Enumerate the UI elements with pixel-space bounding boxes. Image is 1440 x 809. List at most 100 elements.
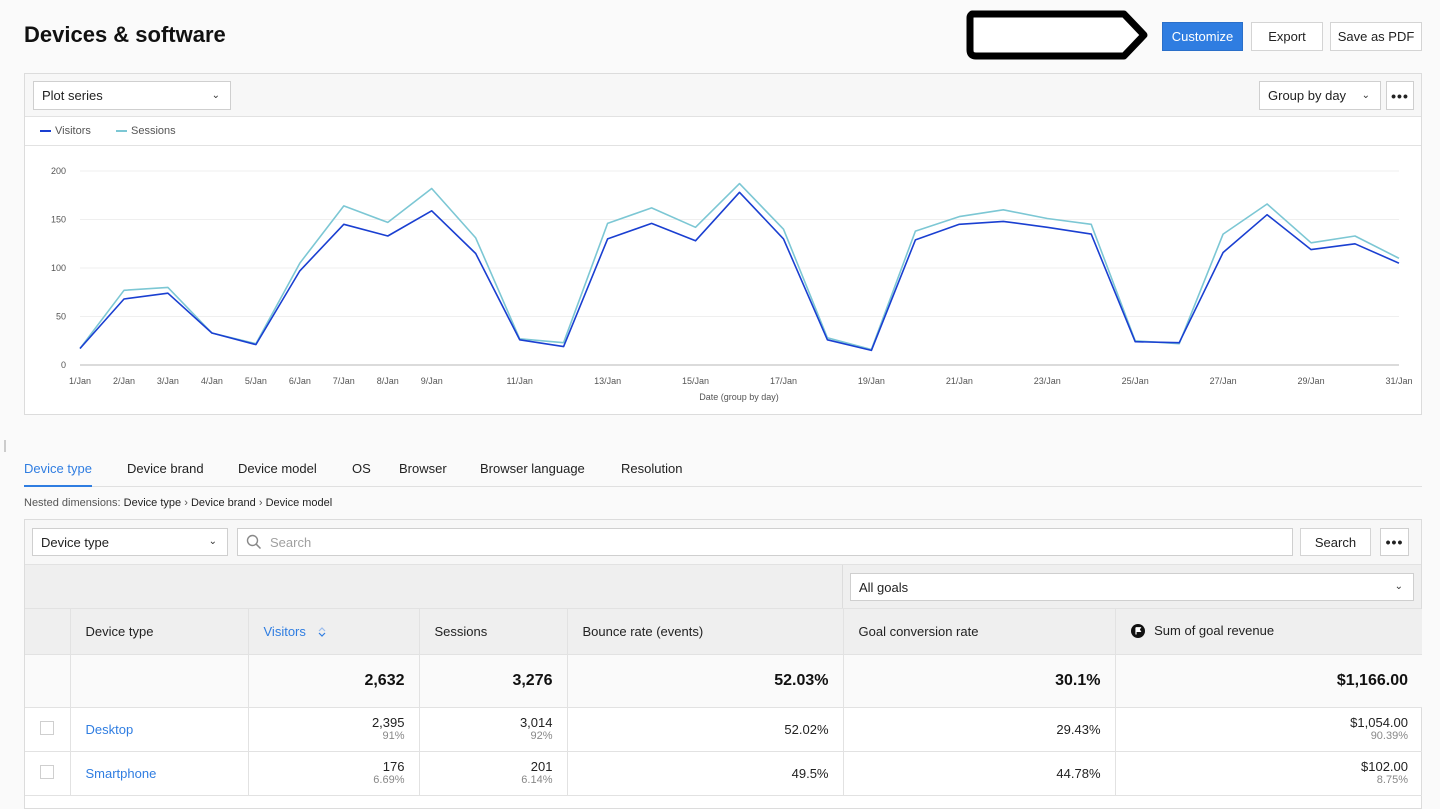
total-conversion-rate: 30.1% bbox=[843, 654, 1115, 707]
column-header-visitors[interactable]: Visitors bbox=[248, 609, 419, 654]
x-tick-label: 6/Jan bbox=[289, 376, 311, 386]
nested-dimensions: Nested dimensions: Device type › Device … bbox=[24, 497, 332, 509]
nested-prefix: Nested dimensions: bbox=[24, 497, 121, 509]
x-tick-label: 8/Jan bbox=[377, 376, 399, 386]
sessions-value: 3,014 bbox=[421, 716, 553, 730]
y-tick-label: 0 bbox=[61, 360, 66, 370]
column-header-goal-revenue[interactable]: Sum of goal revenue bbox=[1115, 609, 1422, 654]
sessions-value: 201 bbox=[421, 760, 553, 774]
more-horizontal-icon: ••• bbox=[1386, 534, 1404, 550]
sessions-cell: 3,01492% bbox=[419, 707, 567, 751]
export-button[interactable]: Export bbox=[1251, 22, 1323, 51]
device-name-cell: Smartphone bbox=[70, 751, 248, 795]
customize-button[interactable]: Customize bbox=[1162, 22, 1243, 51]
column-label: Bounce rate (events) bbox=[583, 624, 704, 639]
chart-toolbar: Plot series ⌄ Group by day ⌄ ••• bbox=[25, 74, 1421, 117]
search-field[interactable] bbox=[237, 528, 1293, 556]
table-row: Desktop 2,39591% 3,01492% 52.02% 29.43% … bbox=[25, 707, 1422, 751]
sessions-percent: 6.14% bbox=[421, 774, 553, 786]
y-tick-label: 150 bbox=[51, 215, 66, 225]
tab-os[interactable]: OS bbox=[352, 461, 371, 485]
bounce-rate-cell: 49.5% bbox=[567, 751, 843, 795]
plot-series-label: Plot series bbox=[42, 88, 103, 103]
dimension-tabs: Device type Device brand Device model OS… bbox=[24, 456, 1422, 487]
x-axis-ticks: 1/Jan2/Jan3/Jan4/Jan5/Jan6/Jan7/Jan8/Jan… bbox=[69, 376, 1413, 386]
legend-swatch-visitors bbox=[40, 130, 51, 132]
totals-row: 2,632 3,276 52.03% 30.1% $1,166.00 bbox=[25, 654, 1422, 707]
empty-cell bbox=[70, 654, 248, 707]
sessions-cell: 2016.14% bbox=[419, 751, 567, 795]
revenue-percent: 8.75% bbox=[1117, 774, 1409, 786]
chart-legend: Visitors Sessions bbox=[25, 117, 1421, 146]
row-checkbox[interactable] bbox=[40, 721, 54, 735]
x-tick-label: 4/Jan bbox=[201, 376, 223, 386]
x-tick-label: 25/Jan bbox=[1122, 376, 1149, 386]
series-line-sessions bbox=[80, 184, 1399, 350]
row-checkbox[interactable] bbox=[40, 765, 54, 779]
x-tick-label: 5/Jan bbox=[245, 376, 267, 386]
column-label: Visitors bbox=[264, 624, 306, 639]
legend-label: Visitors bbox=[55, 125, 91, 137]
search-button[interactable]: Search bbox=[1300, 528, 1371, 556]
x-tick-label: 15/Jan bbox=[682, 376, 709, 386]
x-tick-label: 2/Jan bbox=[113, 376, 135, 386]
chevron-down-icon: ⌄ bbox=[1395, 581, 1403, 592]
tab-device-brand[interactable]: Device brand bbox=[127, 461, 204, 485]
search-input[interactable] bbox=[268, 534, 1292, 551]
goals-select[interactable]: All goals ⌄ bbox=[850, 573, 1414, 601]
tab-resolution[interactable]: Resolution bbox=[621, 461, 682, 485]
table-panel: Device type ⌄ Search ••• All goals ⌄ bbox=[24, 519, 1422, 809]
column-label: Goal conversion rate bbox=[859, 624, 979, 639]
visitors-value: 176 bbox=[250, 760, 405, 774]
legend-item-sessions[interactable]: Sessions bbox=[116, 125, 176, 137]
x-tick-label: 27/Jan bbox=[1210, 376, 1237, 386]
table-more-button[interactable]: ••• bbox=[1380, 528, 1409, 556]
device-name-cell: Desktop bbox=[70, 707, 248, 751]
total-goal-revenue: $1,166.00 bbox=[1115, 654, 1422, 707]
tab-browser-language[interactable]: Browser language bbox=[480, 461, 585, 485]
x-tick-label: 13/Jan bbox=[594, 376, 621, 386]
device-link[interactable]: Desktop bbox=[86, 722, 134, 737]
revenue-value: $1,054.00 bbox=[1117, 716, 1409, 730]
revenue-cell: $102.008.75% bbox=[1115, 751, 1422, 795]
sessions-percent: 92% bbox=[421, 730, 553, 742]
tab-device-model[interactable]: Device model bbox=[238, 461, 317, 485]
device-link[interactable]: Smartphone bbox=[86, 766, 157, 781]
x-tick-label: 31/Jan bbox=[1385, 376, 1412, 386]
sort-icon bbox=[318, 627, 326, 637]
plot-series-select[interactable]: Plot series ⌄ bbox=[33, 81, 231, 110]
total-bounce-rate: 52.03% bbox=[567, 654, 843, 707]
x-tick-label: 11/Jan bbox=[506, 376, 532, 386]
annotation-arrow-shape bbox=[966, 8, 1150, 62]
legend-item-visitors[interactable]: Visitors bbox=[40, 125, 91, 137]
x-axis-label: Date (group by day) bbox=[699, 392, 779, 402]
dimension-select[interactable]: Device type ⌄ bbox=[32, 528, 228, 556]
column-header-sessions[interactable]: Sessions bbox=[419, 609, 567, 654]
chart-grid bbox=[80, 171, 1399, 365]
save-as-pdf-button[interactable]: Save as PDF bbox=[1330, 22, 1422, 51]
chevron-down-icon: ⌄ bbox=[209, 536, 217, 547]
chevron-right-icon: › bbox=[184, 497, 188, 509]
conversion-rate-cell: 29.43% bbox=[843, 707, 1115, 751]
x-tick-label: 17/Jan bbox=[770, 376, 797, 386]
column-header-device-type[interactable]: Device type bbox=[70, 609, 248, 654]
visitors-cell: 2,39591% bbox=[248, 707, 419, 751]
group-by-select[interactable]: Group by day ⌄ bbox=[1259, 81, 1381, 110]
more-horizontal-icon: ••• bbox=[1391, 88, 1409, 104]
tab-browser[interactable]: Browser bbox=[399, 461, 447, 485]
column-label: Device type bbox=[86, 624, 154, 639]
nested-dim-1: Device type bbox=[124, 497, 181, 509]
data-table: Device type Visitors Sessions Bounce rat… bbox=[25, 609, 1422, 796]
chart-more-button[interactable]: ••• bbox=[1386, 81, 1414, 110]
tab-device-type[interactable]: Device type bbox=[24, 461, 92, 487]
table-toolbar: Device type ⌄ Search ••• bbox=[25, 520, 1421, 565]
goal-flag-icon bbox=[1131, 624, 1145, 638]
column-label: Sessions bbox=[435, 624, 488, 639]
total-sessions: 3,276 bbox=[419, 654, 567, 707]
row-select-cell bbox=[25, 707, 70, 751]
bounce-rate-cell: 52.02% bbox=[567, 707, 843, 751]
column-header-bounce-rate[interactable]: Bounce rate (events) bbox=[567, 609, 843, 654]
y-axis-ticks: 050100150200 bbox=[51, 166, 66, 370]
column-header-goal-conversion[interactable]: Goal conversion rate bbox=[843, 609, 1115, 654]
x-tick-label: 3/Jan bbox=[157, 376, 179, 386]
